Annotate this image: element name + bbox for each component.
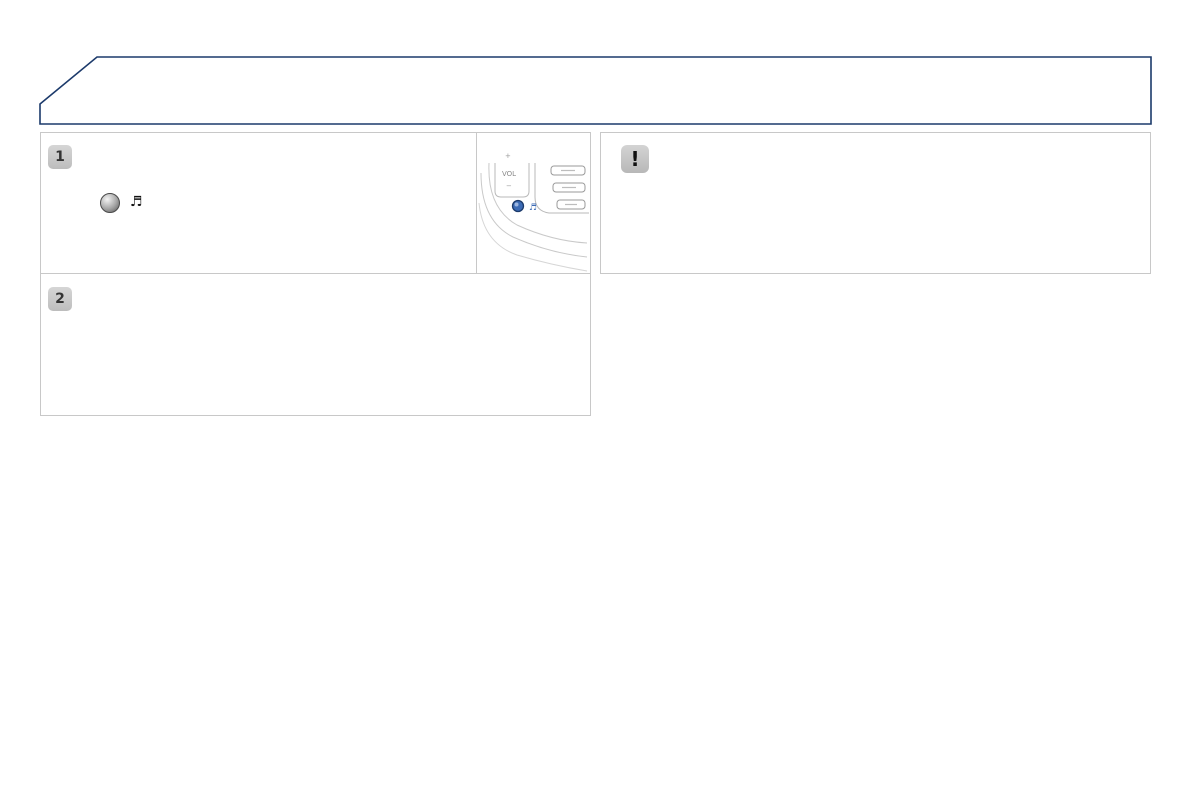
plus-sign-label: + xyxy=(505,152,511,160)
step-2-panel xyxy=(40,273,591,416)
music-note-icon: ♬ xyxy=(130,194,143,210)
header-banner xyxy=(39,56,1152,125)
minus-sign-label: − xyxy=(506,182,512,190)
vol-label: VOL xyxy=(502,170,516,178)
step-1-badge: 1 xyxy=(48,145,72,169)
control-panel-illustration: + VOL − ♬ xyxy=(478,152,589,272)
step-2-badge: 2 xyxy=(48,287,72,311)
warning-panel xyxy=(600,132,1151,274)
warning-icon: ! xyxy=(621,145,649,173)
illustration-music-icon: ♬ xyxy=(529,203,537,213)
round-knob-icon xyxy=(100,193,120,213)
